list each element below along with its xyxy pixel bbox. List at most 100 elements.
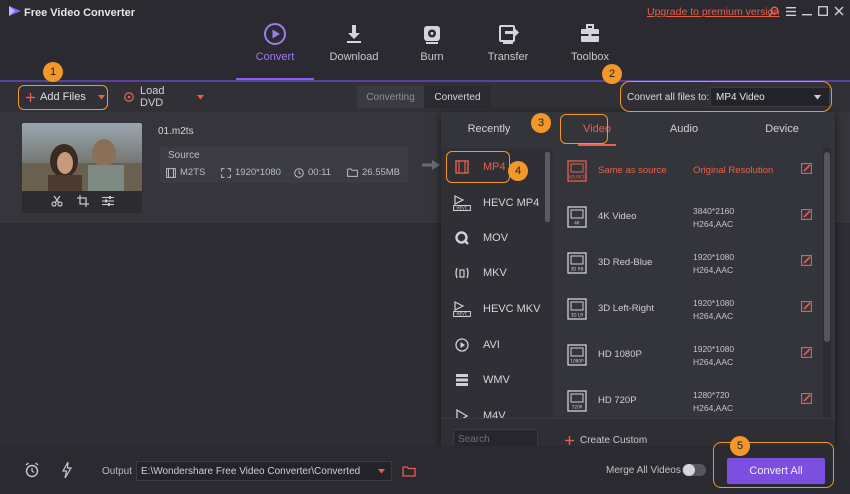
wmv-icon — [451, 373, 473, 387]
close-icon[interactable] — [832, 4, 846, 18]
maximize-icon[interactable] — [816, 4, 830, 18]
crop-icon[interactable] — [76, 194, 90, 208]
mkv-icon — [451, 266, 473, 280]
preset-list: SOURCE Same as source Original Resolutio… — [555, 148, 823, 418]
format-item-mov[interactable]: MOV — [441, 221, 545, 255]
preset-3d-left-right[interactable]: 3D LR 3D Left-Right 1920*1080 H264,AAC — [555, 286, 823, 332]
tab-converting[interactable]: Converting — [357, 86, 424, 108]
preset-3d-red-blue[interactable]: 3D RB 3D Red-Blue 1920*1080 H264,AAC — [555, 240, 823, 286]
search-key-icon[interactable] — [766, 4, 780, 18]
preset-resolution: Original Resolution — [693, 165, 774, 176]
preset-resolution: 1920*1080 — [693, 344, 735, 354]
menu-icon[interactable] — [784, 4, 798, 18]
quicktime-icon — [451, 231, 473, 245]
callout-badge-5: 5 — [730, 436, 750, 456]
edit-preset-icon[interactable] — [801, 301, 812, 312]
minimize-icon[interactable] — [800, 4, 814, 18]
preset-resolution: 1920*1080 — [693, 252, 735, 262]
preset-badge: 3D RB — [570, 267, 583, 272]
convert-arrow-icon — [422, 160, 440, 170]
edit-preset-icon[interactable] — [801, 255, 812, 266]
preset-hd-1080p[interactable]: 1080P HD 1080P 1920*1080 H264,AAC — [555, 332, 823, 378]
chevron-down-icon[interactable] — [197, 94, 204, 100]
format-label: HEVC MKV — [483, 303, 541, 315]
source-size-value: 26.55MB — [362, 167, 401, 178]
highlight-video-tab — [560, 114, 608, 144]
callout-badge-3: 3 — [531, 113, 551, 133]
source-size: 26.55MB — [347, 167, 400, 178]
format-label: AVI — [483, 339, 500, 351]
format-label: WMV — [483, 374, 510, 386]
format-label: MKV — [483, 267, 507, 279]
preset-badge: 720P — [572, 405, 583, 410]
app-logo-icon — [8, 5, 22, 17]
hevc-icon: HEVC — [451, 301, 473, 317]
tab-download[interactable]: Download — [314, 22, 394, 80]
format-item-mkv[interactable]: MKV — [441, 256, 545, 290]
active-panel-tab-indicator — [578, 144, 616, 146]
tab-label: Burn — [420, 51, 444, 63]
load-dvd-label: Load DVD — [140, 85, 165, 109]
format-item-hevc-mp4[interactable]: HEVC HEVC MP4 — [441, 186, 545, 220]
preset-name: 3D Left-Right — [598, 303, 654, 314]
effects-sliders-icon[interactable] — [101, 194, 115, 208]
hevc-icon: HEVC — [451, 195, 473, 211]
folder-icon — [347, 168, 358, 177]
preset-badge: 4K — [574, 221, 580, 226]
resolution-icon — [221, 167, 231, 178]
preset-codec: H264,AAC — [693, 311, 734, 321]
m4v-icon — [451, 409, 473, 418]
output-path-select[interactable]: E:\Wondershare Free Video Converter\Conv… — [136, 461, 392, 481]
tab-audio[interactable]: Audio — [640, 112, 728, 146]
format-label: MOV — [483, 232, 509, 244]
upgrade-link[interactable]: Upgrade to premium version — [647, 6, 779, 18]
3d-rb-preset-icon: 3D RB — [567, 252, 587, 274]
format-item-m4v[interactable]: M4V — [441, 399, 545, 418]
dvd-icon — [124, 92, 134, 102]
format-item-wmv[interactable]: WMV — [441, 363, 545, 397]
edit-preset-icon[interactable] — [801, 393, 812, 404]
preset-hd-720p[interactable]: 720P HD 720P 1280*720 H264,AAC — [555, 378, 823, 418]
tab-converted[interactable]: Converted — [424, 86, 491, 108]
callout-badge-1: 1 — [43, 62, 63, 82]
preset-name: 3D Red-Blue — [598, 257, 653, 268]
preset-same-as-source[interactable]: SOURCE Same as source Original Resolutio… — [555, 148, 823, 194]
3d-lr-preset-icon: 3D LR — [567, 298, 587, 320]
tab-burn[interactable]: Burn — [392, 22, 472, 80]
format-list-scrollbar[interactable] — [545, 152, 550, 222]
edit-preset-icon[interactable] — [801, 209, 812, 220]
preset-list-scrollbar-thumb[interactable] — [824, 152, 830, 342]
lightning-icon[interactable] — [58, 461, 76, 479]
clock-icon — [294, 167, 304, 178]
load-dvd-button[interactable]: Load DVD — [124, 85, 204, 109]
preset-4k-video[interactable]: 4K 4K Video 3840*2160 H264,AAC — [555, 194, 823, 240]
play-circle-icon — [451, 338, 473, 352]
tab-convert[interactable]: Convert — [235, 22, 315, 80]
highlight-mp4 — [446, 151, 510, 183]
transfer-icon — [496, 22, 520, 46]
preset-name: HD 1080P — [598, 349, 642, 360]
edit-preset-icon[interactable] — [801, 347, 812, 358]
preset-resolution: 1280*720 — [693, 390, 730, 400]
edit-preset-icon[interactable] — [801, 163, 812, 174]
merge-all-videos-label: Merge All Videos — [606, 465, 681, 476]
tab-recently[interactable]: Recently — [441, 112, 537, 146]
alarm-clock-icon[interactable] — [23, 461, 41, 479]
open-folder-icon[interactable] — [400, 462, 418, 480]
download-icon — [342, 22, 366, 46]
callout-badge-2: 2 — [602, 64, 622, 84]
highlight-add-files — [18, 85, 108, 110]
preset-codec: H264,AAC — [693, 357, 734, 367]
burn-disc-icon — [420, 22, 444, 46]
preset-name: 4K Video — [598, 211, 637, 222]
tab-device[interactable]: Device — [736, 112, 828, 146]
format-item-avi[interactable]: AVI — [441, 328, 545, 362]
format-item-hevc-mkv[interactable]: HEVC HEVC MKV — [441, 292, 545, 326]
source-format-value: M2TS — [180, 167, 206, 178]
tab-transfer[interactable]: Transfer — [468, 22, 548, 80]
film-icon — [166, 167, 176, 178]
highlight-convert-all-to — [620, 81, 832, 112]
trim-scissors-icon[interactable] — [50, 194, 64, 208]
convert-icon — [263, 22, 287, 46]
plus-icon — [565, 435, 574, 445]
